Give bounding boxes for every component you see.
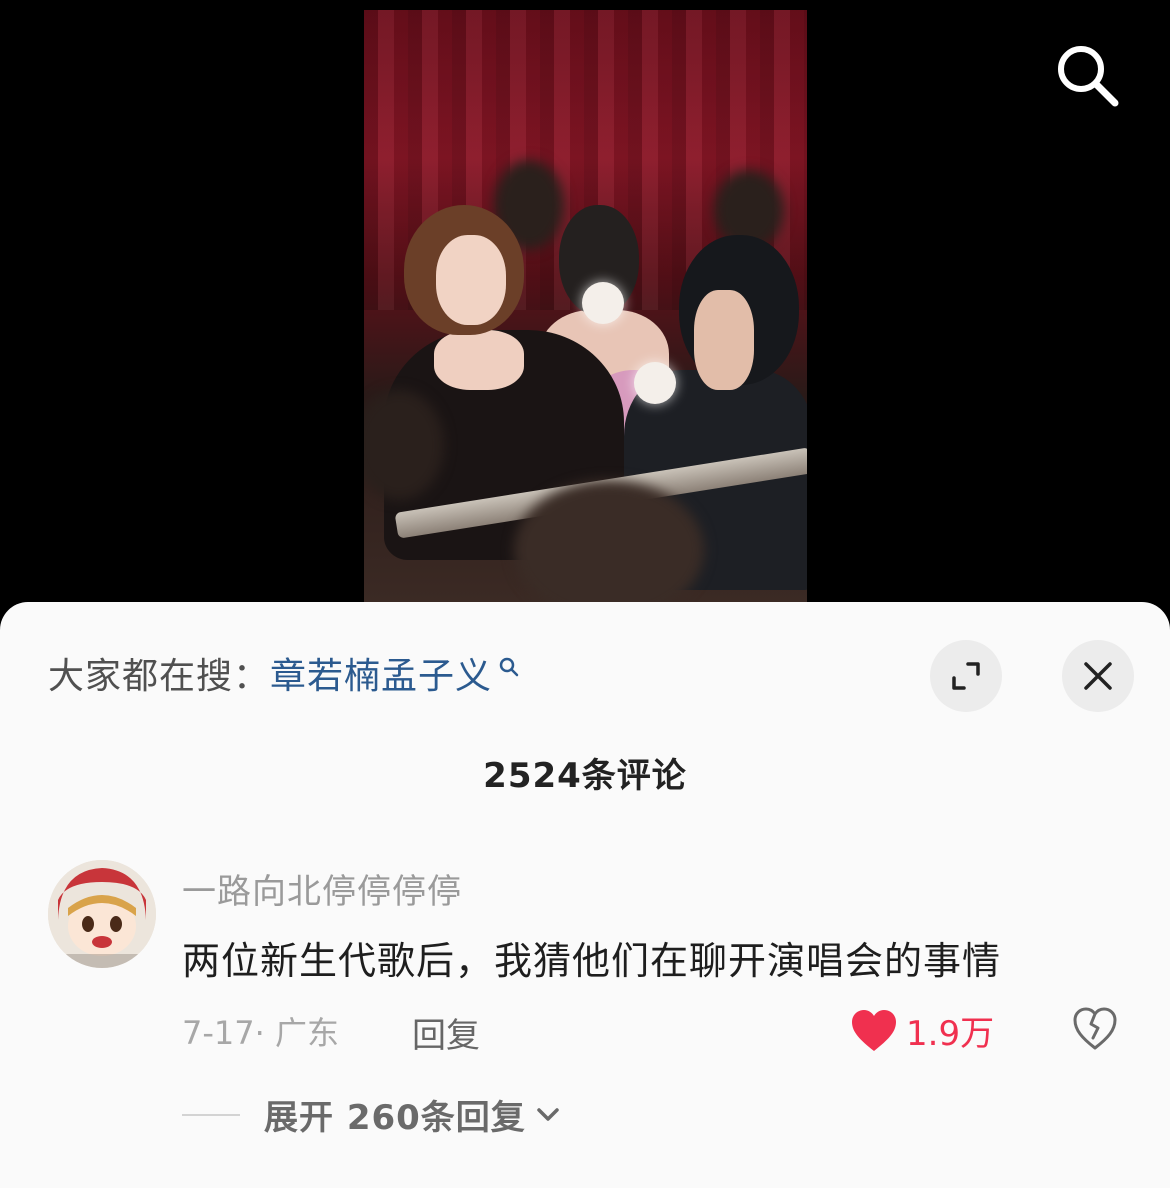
- woman-face: [436, 235, 506, 325]
- close-button[interactable]: [1062, 640, 1134, 712]
- stage-light: [634, 362, 676, 404]
- comment-username[interactable]: 一路向北停停停停: [182, 864, 462, 913]
- hot-search-label: 大家都在搜：: [48, 656, 271, 697]
- comment-sheet: 大家都在搜： 章若楠孟子义 2524条评论 一路向北停停停停 两位新生代歌后，我…: [0, 602, 1170, 1188]
- shoulders: [434, 330, 524, 390]
- heart-icon: [852, 1009, 896, 1051]
- like-count: 1.9万: [906, 1014, 995, 1054]
- search-icon: [1058, 46, 1119, 107]
- close-icon: [1084, 662, 1112, 690]
- small-search-icon: [498, 650, 520, 677]
- hot-search-term[interactable]: 章若楠孟子义: [270, 647, 492, 699]
- screen: 大家都在搜： 章若楠孟子义 2524条评论 一路向北停停停停 两位新生代歌后，我…: [0, 0, 1170, 1188]
- comment-count: 2524条评论: [483, 756, 687, 796]
- stage-light: [582, 282, 624, 324]
- chevron-down-icon: [537, 1107, 559, 1121]
- avatar[interactable]: [48, 860, 156, 968]
- divider-line: [182, 1113, 240, 1116]
- search-button[interactable]: [1052, 40, 1122, 110]
- broken-heart-icon: [1073, 1007, 1117, 1050]
- expand-icon: [952, 662, 980, 690]
- avatar-image: [48, 860, 156, 968]
- hot-search-bar[interactable]: 大家都在搜： 章若楠孟子义: [48, 648, 520, 698]
- dislike-button[interactable]: [1072, 1006, 1118, 1052]
- expand-button[interactable]: [930, 640, 1002, 712]
- expand-replies-button[interactable]: 展开 260条回复: [182, 1090, 562, 1139]
- like-button[interactable]: 1.9万: [850, 1006, 994, 1055]
- comment-text: 两位新生代歌后，我猜他们在聊开演唱会的事情: [182, 939, 1002, 983]
- man-face: [694, 290, 754, 390]
- video-frame[interactable]: [364, 10, 807, 602]
- reply-button[interactable]: 回复: [412, 1008, 480, 1057]
- comment-meta: 7-17· 广东: [182, 1014, 339, 1052]
- expand-replies-label: 展开 260条回复: [264, 1098, 526, 1138]
